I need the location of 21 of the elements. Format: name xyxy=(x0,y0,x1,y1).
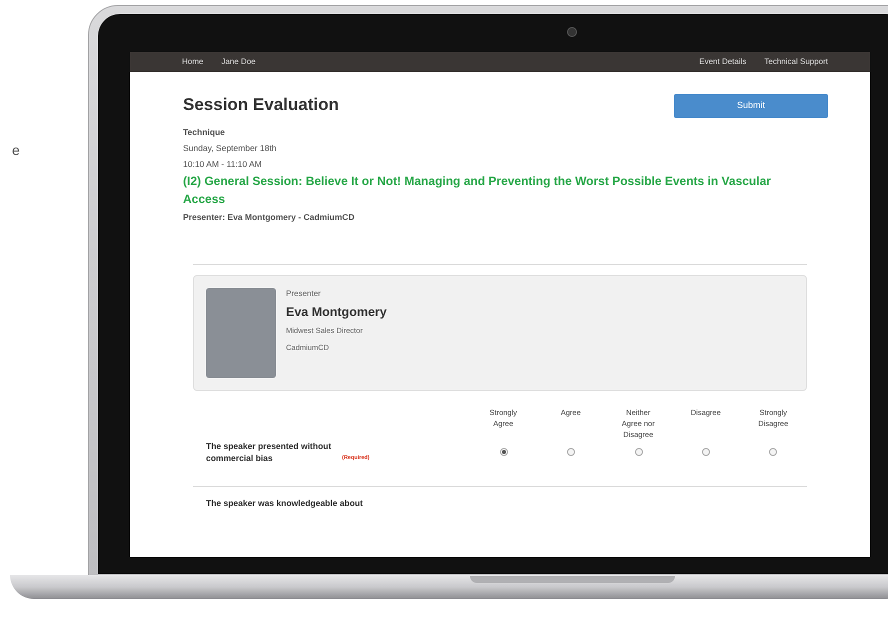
session-category: Technique xyxy=(183,126,226,139)
session-title: (I2) General Session: Believe It or Not! Managing and Preventing the Worst Possible Events in Vascular Access xyxy=(183,173,772,208)
session-date: Sunday, September 18th xyxy=(183,142,278,155)
question-text: The speaker presented without commercial bias xyxy=(206,440,332,464)
session-time: 10:10 AM - 11:10 AM xyxy=(183,158,263,171)
nav-link[interactable]: Event Details xyxy=(699,56,746,68)
presenter-line: Presenter: Eva Montgomery - CadmiumCD xyxy=(183,211,356,224)
caption-fragment: e xyxy=(12,141,20,160)
nav-link[interactable]: Jane Doe xyxy=(221,56,256,68)
radio-button[interactable] xyxy=(769,448,778,456)
radio-button[interactable] xyxy=(500,448,508,456)
nav-link[interactable]: Technical Support xyxy=(764,56,828,68)
submit-button[interactable]: Submit xyxy=(674,94,828,118)
radio-button[interactable] xyxy=(634,448,643,456)
presenter-label: Presenter xyxy=(286,288,322,300)
page-title: Session Evaluation xyxy=(183,94,339,116)
presenter-name: Eva Montgomery xyxy=(286,304,387,321)
radio-button[interactable] xyxy=(702,448,710,456)
radio-button[interactable] xyxy=(567,448,576,456)
nav-link[interactable]: Home xyxy=(182,56,204,68)
question-text: The speaker was knowledgeable about xyxy=(206,496,364,509)
